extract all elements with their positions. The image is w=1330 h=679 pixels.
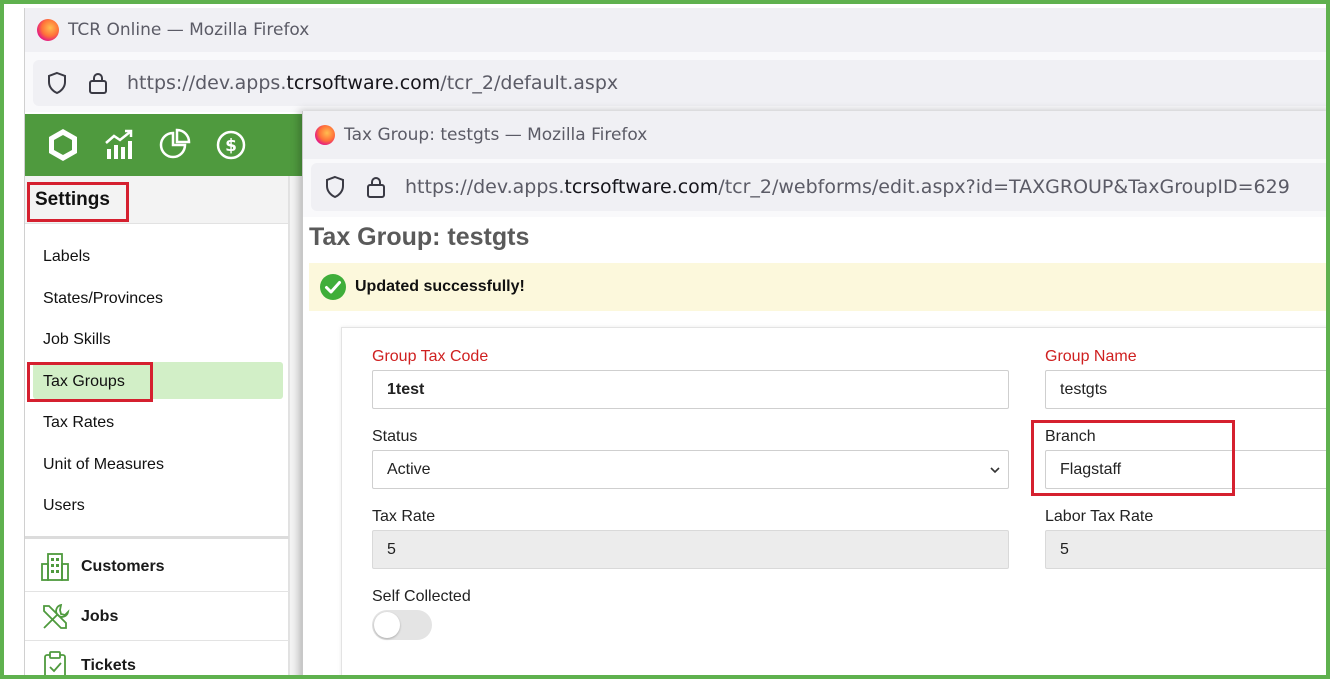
settings-title: Settings <box>35 189 110 210</box>
front-window-urlbar-row: https://dev.apps.tcrsoftware.com/tcr_2/w… <box>303 159 1326 217</box>
group-name-input[interactable]: testgts <box>1045 370 1326 409</box>
labor-tax-rate-input: 5 <box>1045 530 1326 569</box>
hexagon-logo-icon[interactable] <box>45 127 81 163</box>
check-circle-icon <box>320 274 346 300</box>
tax-rate-input: 5 <box>372 530 1009 569</box>
svg-text:$: $ <box>225 136 237 156</box>
status-select-value: Active <box>387 460 431 478</box>
chevron-down-icon <box>990 467 1000 474</box>
group-tax-code-input[interactable]: 1test <box>372 370 1009 409</box>
building-icon <box>41 552 69 581</box>
settings-sidebar: Settings Labels States/Provinces Job Ski… <box>25 176 289 675</box>
success-alert: Updated successfully! <box>309 263 1326 311</box>
self-collected-toggle[interactable] <box>372 610 432 640</box>
sidebar-section-jobs[interactable]: Jobs <box>25 592 289 641</box>
branch-input[interactable]: Flagstaff <box>1045 450 1326 489</box>
dollar-icon[interactable]: $ <box>213 127 249 163</box>
url-prefix: https://dev.apps. <box>127 72 287 94</box>
back-url-text[interactable]: https://dev.apps.tcrsoftware.com/tcr_2/d… <box>127 72 618 94</box>
sidebar-item-unit-of-measures[interactable]: Unit of Measures <box>43 456 164 474</box>
back-url-bar[interactable]: https://dev.apps.tcrsoftware.com/tcr_2/d… <box>33 60 1326 106</box>
sidebar-section-customers-label: Customers <box>81 557 165 575</box>
labor-tax-rate-label: Labor Tax Rate <box>1045 508 1154 525</box>
url-domain: tcrsoftware.com <box>564 176 719 198</box>
url-suffix: /tcr_2/default.aspx <box>440 72 619 94</box>
firefox-logo-icon <box>37 19 59 41</box>
front-url-text[interactable]: https://dev.apps.tcrsoftware.com/tcr_2/w… <box>405 176 1290 198</box>
page-title: Tax Group: testgts <box>309 223 530 251</box>
group-name-label: Group Name <box>1045 348 1137 365</box>
sidebar-item-users[interactable]: Users <box>43 497 85 515</box>
sidebar-item-labels[interactable]: Labels <box>43 248 90 266</box>
front-window-title: Tax Group: testgts — Mozilla Firefox <box>344 125 648 145</box>
self-collected-label: Self Collected <box>372 588 471 605</box>
back-window-urlbar-row: https://dev.apps.tcrsoftware.com/tcr_2/d… <box>25 52 1326 112</box>
tax-rate-label: Tax Rate <box>372 508 436 525</box>
url-prefix: https://dev.apps. <box>405 176 565 198</box>
front-browser-window: Tax Group: testgts — Mozilla Firefox htt… <box>302 111 1326 675</box>
sidebar-divider <box>25 536 289 539</box>
sidebar-item-states-provinces[interactable]: States/Provinces <box>43 290 163 308</box>
url-suffix: /tcr_2/webforms/edit.aspx?id=TAXGROUP&Ta… <box>718 176 1290 198</box>
shield-icon[interactable] <box>323 175 347 199</box>
clipboard-icon <box>44 650 66 675</box>
front-url-bar[interactable]: https://dev.apps.tcrsoftware.com/tcr_2/w… <box>311 163 1326 211</box>
front-window-titlebar: Tax Group: testgts — Mozilla Firefox <box>303 111 1326 159</box>
tools-icon <box>43 603 70 629</box>
sidebar-item-job-skills[interactable]: Job Skills <box>43 331 111 349</box>
branch-label: Branch <box>1045 428 1096 445</box>
settings-header: Settings <box>25 176 288 224</box>
status-select[interactable]: Active <box>372 450 1009 489</box>
lock-icon[interactable] <box>365 175 387 199</box>
sidebar-section-jobs-label: Jobs <box>81 607 119 625</box>
lock-icon[interactable] <box>87 71 109 95</box>
pie-chart-icon[interactable] <box>157 127 193 163</box>
firefox-logo-icon <box>315 125 335 145</box>
group-tax-code-label: Group Tax Code <box>372 348 489 365</box>
sidebar-item-tax-rates[interactable]: Tax Rates <box>43 414 114 432</box>
chart-icon[interactable] <box>101 127 137 163</box>
tax-group-form: Group Tax Code 1test Group Name testgts … <box>341 327 1326 675</box>
sidebar-item-tax-groups[interactable]: Tax Groups <box>43 373 125 391</box>
status-label: Status <box>372 428 418 445</box>
success-message: Updated successfully! <box>355 278 525 295</box>
back-window-title: TCR Online — Mozilla Firefox <box>68 20 310 40</box>
back-window-titlebar: TCR Online — Mozilla Firefox <box>25 8 1326 52</box>
screenshot-frame: TCR Online — Mozilla Firefox https://dev… <box>0 0 1330 679</box>
sidebar-section-customers[interactable]: Customers <box>25 542 289 591</box>
url-domain: tcrsoftware.com <box>286 72 441 94</box>
sidebar-section-tickets-label: Tickets <box>81 656 136 674</box>
shield-icon[interactable] <box>45 71 69 95</box>
sidebar-section-tickets[interactable]: Tickets <box>25 641 289 675</box>
toggle-knob <box>374 612 400 638</box>
app-top-nav: $ <box>25 114 325 176</box>
